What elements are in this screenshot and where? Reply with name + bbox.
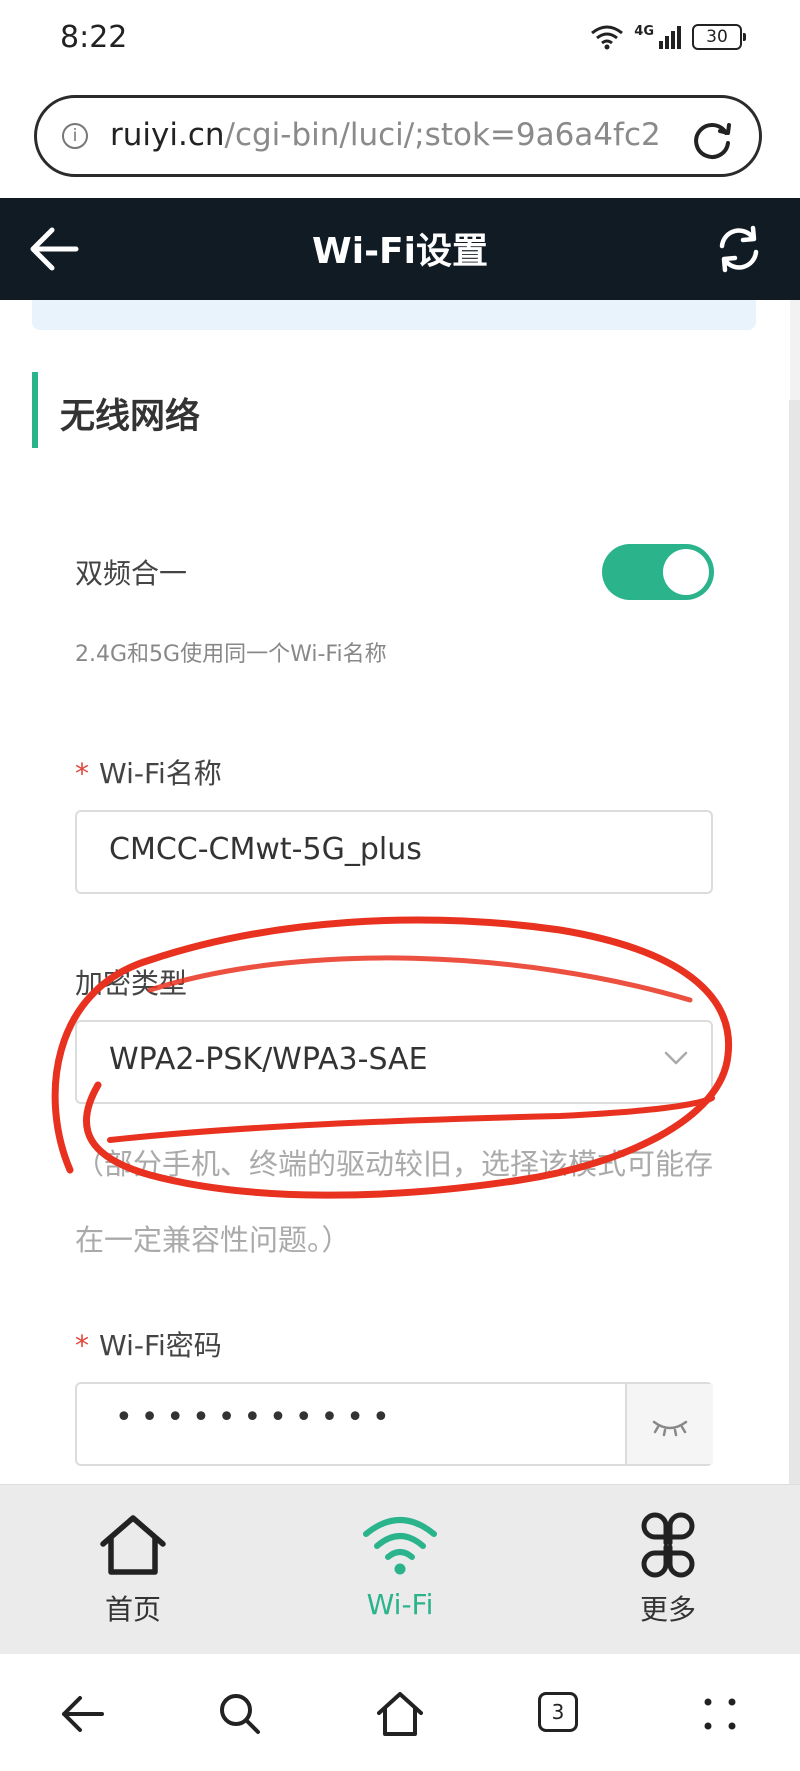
nav-more-label: 更多 [639, 1593, 696, 1626]
url-text[interactable]: ruiyi.cn/cgi-bin/luci/;stok=9a6a4fc2 [110, 117, 670, 153]
tab-count-button[interactable]: 3 [538, 1692, 578, 1732]
more-grid-icon [641, 1512, 695, 1578]
browser-home-icon[interactable] [374, 1688, 426, 1740]
nav-wifi[interactable]: Wi-Fi [320, 1512, 480, 1621]
ssid-label-text: Wi-Fi名称 [99, 757, 222, 790]
status-time: 8:22 [60, 20, 128, 55]
required-mark: * [75, 1329, 89, 1362]
nav-more[interactable]: 更多 [588, 1512, 748, 1628]
encryption-label: 加密类型 [75, 967, 188, 1000]
ssid-value[interactable]: CMCC-CMwt-5G_plus [109, 832, 422, 867]
toggle-knob [663, 549, 709, 595]
nav-home-label: 首页 [104, 1593, 161, 1626]
section-accent-bar [32, 372, 38, 448]
url-host: ruiyi.cn [110, 117, 225, 153]
wifi-icon [363, 1517, 437, 1575]
battery-icon: 30 [692, 24, 746, 50]
browser-search-icon[interactable] [214, 1688, 266, 1740]
dual-band-description: 2.4G和5G使用同一个Wi-Fi名称 [75, 642, 387, 667]
home-icon [100, 1515, 166, 1575]
notice-strip [32, 300, 756, 330]
section-title: 无线网络 [60, 397, 201, 437]
password-label-text: Wi-Fi密码 [99, 1329, 222, 1362]
page-title: Wi-Fi设置 [312, 231, 488, 272]
refresh-icon[interactable] [712, 222, 766, 276]
dual-band-toggle[interactable] [602, 544, 714, 600]
ssid-label: * Wi-Fi名称 [75, 752, 222, 792]
browser-menu-icon[interactable] [694, 1688, 746, 1740]
status-icons: 4G 30 [590, 24, 746, 50]
scrollbar-track[interactable] [789, 400, 800, 1484]
dual-band-label: 双频合一 [75, 557, 188, 590]
show-password-button[interactable] [625, 1384, 713, 1464]
encryption-note: （部分手机、终端的驱动较旧，选择该模式可能存在一定兼容性问题。） [75, 1147, 714, 1257]
eye-closed-icon [652, 1420, 688, 1437]
chevron-down-icon[interactable] [664, 1050, 688, 1066]
required-mark: * [75, 757, 89, 790]
encryption-value[interactable]: WPA2-PSK/WPA3-SAE [109, 1042, 428, 1077]
reload-icon[interactable] [690, 117, 734, 161]
browser-back-icon[interactable] [56, 1688, 108, 1740]
url-path: /cgi-bin/luci/;stok=9a6a4fc2 [224, 117, 661, 153]
nav-home[interactable]: 首页 [53, 1512, 213, 1628]
network-type-label: 4G [634, 24, 654, 39]
nav-wifi-label: Wi-Fi [366, 1588, 434, 1621]
cell-signal-icon [659, 26, 681, 49]
password-value[interactable]: ••••••••••• [115, 1400, 398, 1435]
password-label: * Wi-Fi密码 [75, 1324, 222, 1364]
site-info-icon[interactable]: i [62, 123, 88, 149]
wifi-signal-icon [591, 25, 624, 50]
